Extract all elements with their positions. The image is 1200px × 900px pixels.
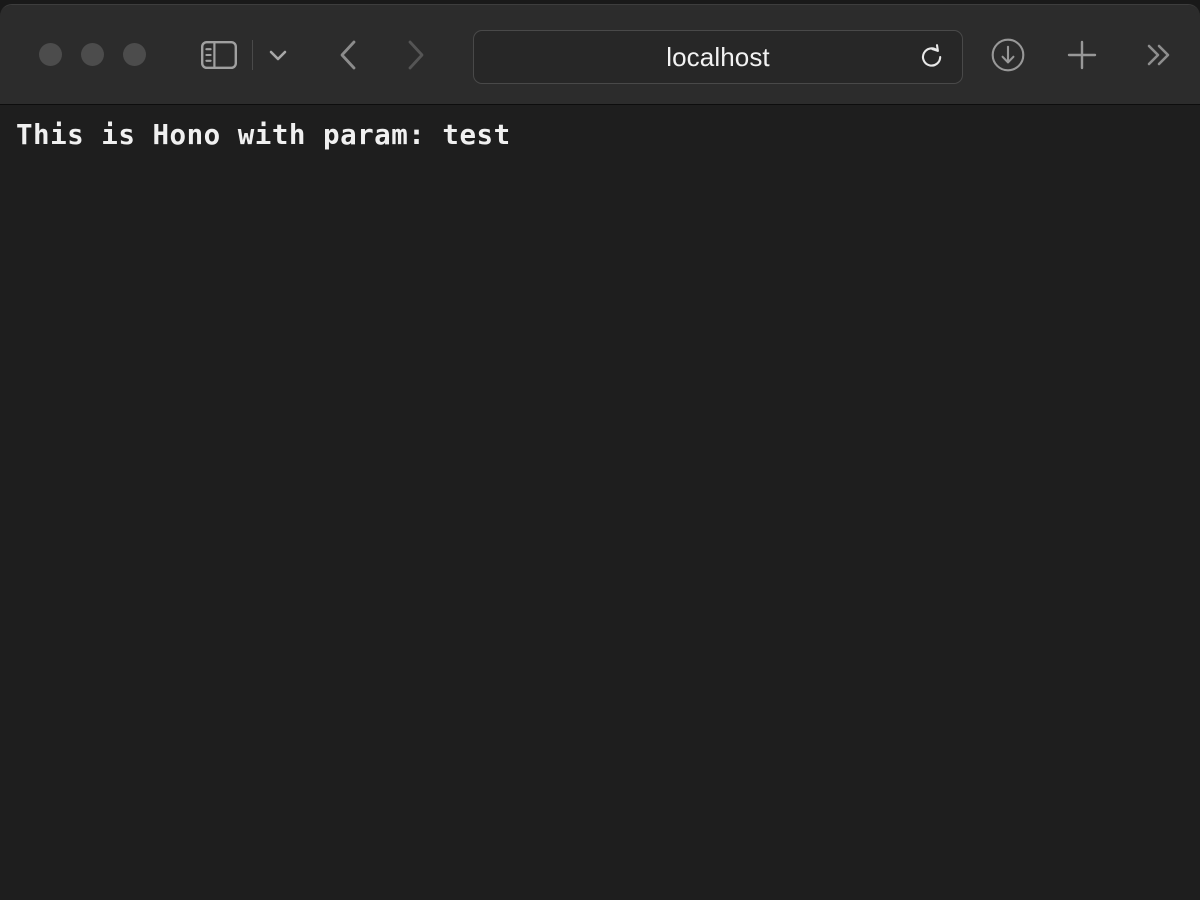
window-controls [39,43,146,66]
chevron-left-icon [340,40,356,69]
back-button[interactable] [331,36,369,74]
sidebar-dropdown-button[interactable] [263,40,293,70]
close-button[interactable] [39,43,62,66]
navigation-controls [331,36,433,74]
browser-window: localhost This is Hono with param: test [0,4,1200,900]
chevron-down-icon [269,50,287,60]
browser-toolbar: localhost [0,5,1200,105]
minimize-button[interactable] [81,43,104,66]
download-circle-icon [991,38,1025,72]
page-content: This is Hono with param: test [0,105,1200,900]
page-body-text: This is Hono with param: test [16,119,511,151]
reload-button[interactable] [916,41,948,73]
sidebar-icon [201,40,237,69]
sidebar-toggle-button[interactable] [198,34,240,76]
double-chevron-right-icon [1147,44,1170,66]
chevron-right-icon [408,40,424,69]
forward-button[interactable] [395,36,433,74]
downloads-button[interactable] [986,33,1030,77]
maximize-button[interactable] [123,43,146,66]
sidebar-controls [198,34,293,76]
toolbar-actions [986,5,1178,105]
address-bar-text[interactable]: localhost [666,44,770,70]
reload-icon [922,44,942,67]
overflow-button[interactable] [1134,33,1178,77]
new-tab-button[interactable] [1060,33,1104,77]
address-bar[interactable]: localhost [473,30,963,84]
plus-icon [1067,40,1097,70]
toolbar-divider [252,39,253,70]
